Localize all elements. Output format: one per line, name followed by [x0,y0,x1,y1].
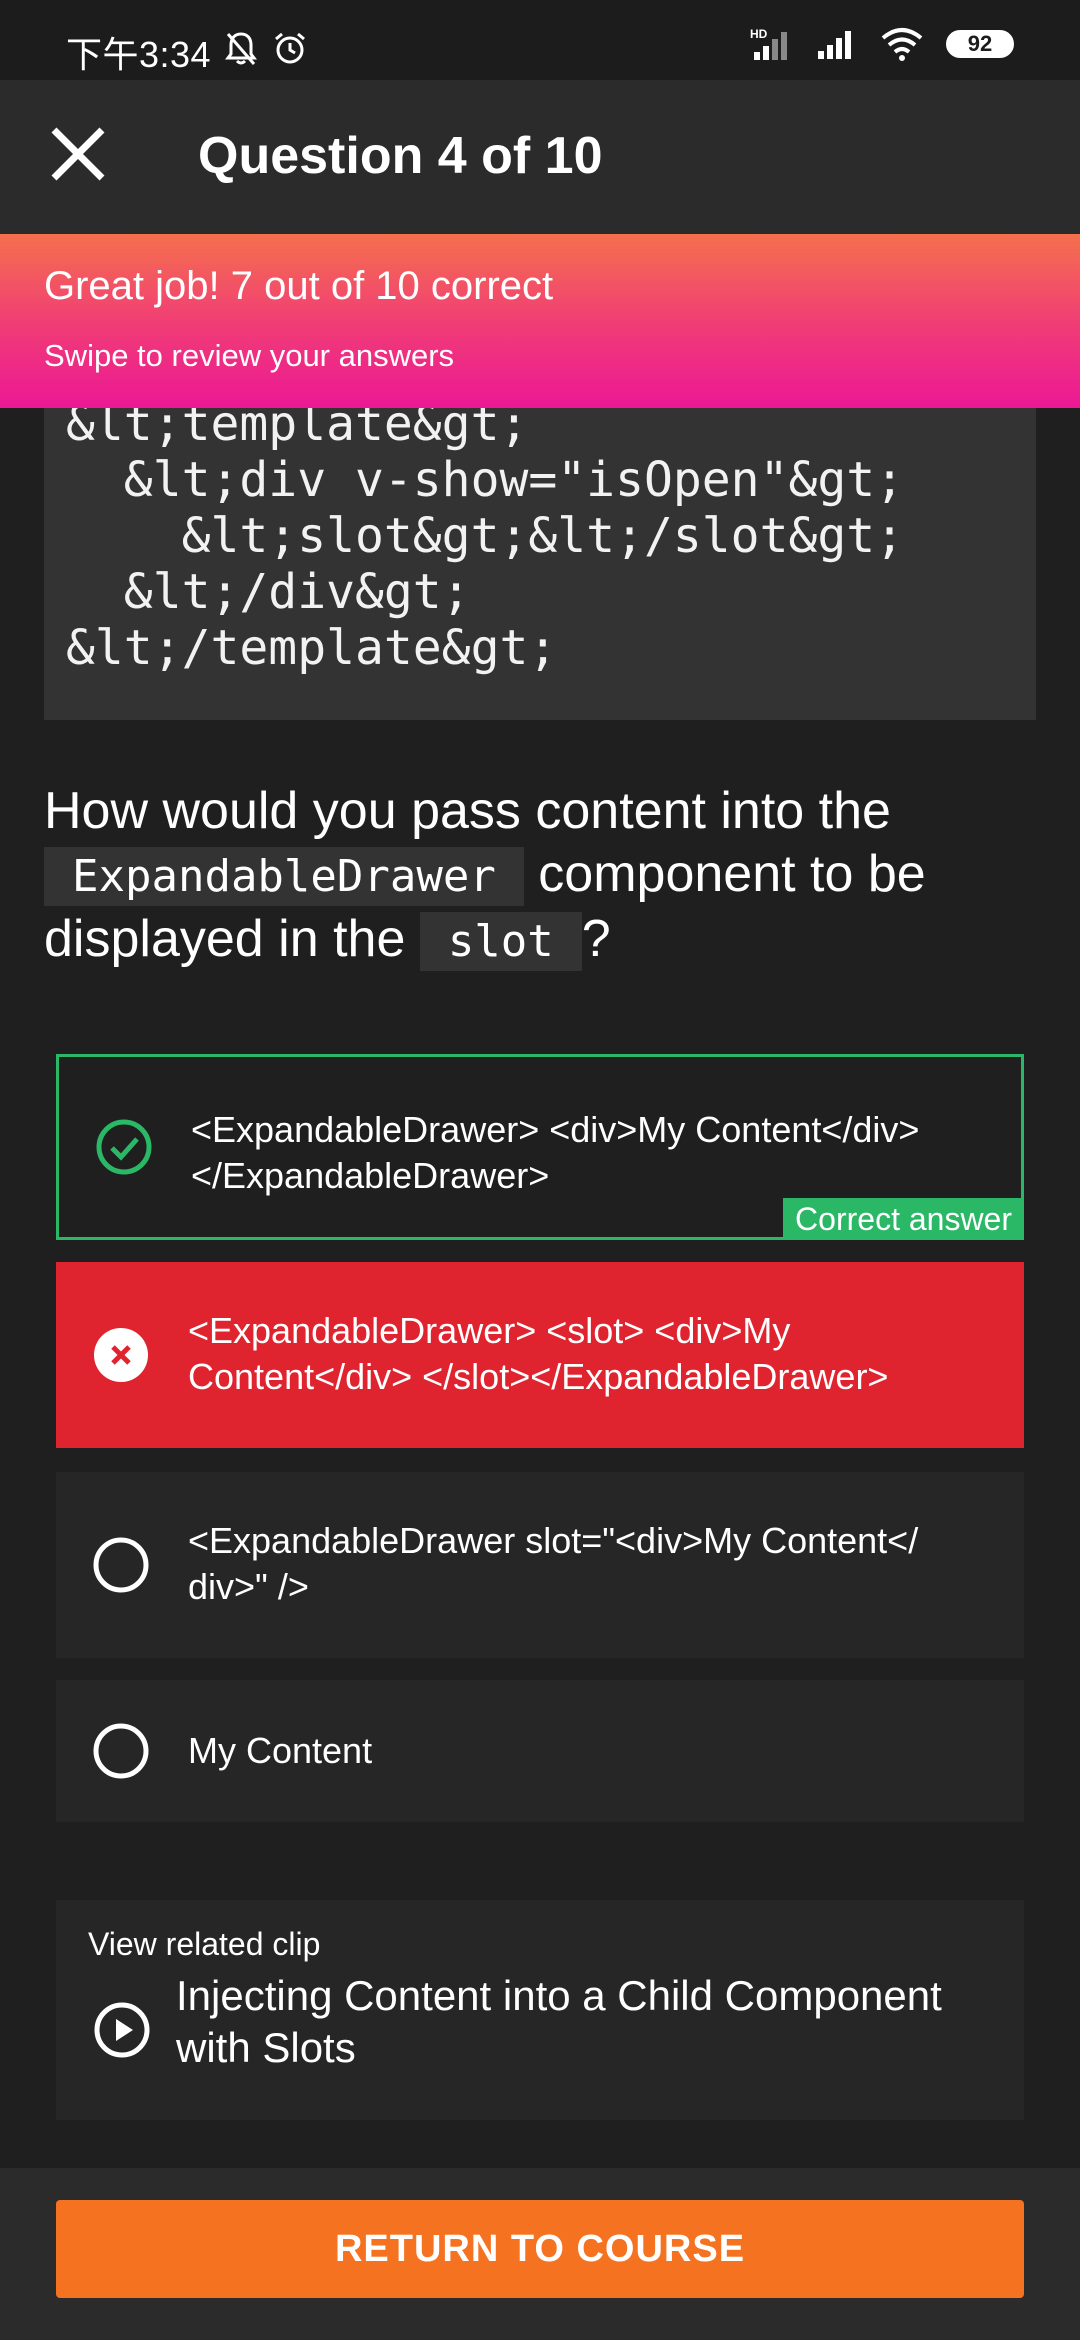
answer-option-correct[interactable]: <ExpandableDrawer> <div>My Content</div>… [56,1054,1024,1240]
battery-level: 92 [967,31,993,56]
notifications-off-icon [225,32,257,65]
page-title: Question 4 of 10 [198,127,603,185]
code-snippet: &lt;template&gt; &lt;div v-show="isOpen"… [44,360,1036,720]
answer-option[interactable]: My Content [56,1680,1024,1822]
app-bar: Question 4 of 10 [0,80,1080,234]
answer-option[interactable]: <ExpandableDrawer slot="<div>My Content<… [56,1472,1024,1658]
question-code-2: slot [419,912,582,971]
answer-option-label: <ExpandableDrawer> <slot> <div>My Conten… [188,1310,889,1397]
answer-option-selected-wrong[interactable]: <ExpandableDrawer> <slot> <div>My Conten… [56,1262,1024,1448]
cell-signal-hd-icon: HD [750,27,787,60]
related-clip-title: Injecting Content into a Child Component… [176,1972,942,2071]
question-part-3: ? [581,910,611,968]
cell-signal-icon [818,31,851,59]
result-subtitle: Swipe to review your answers [44,338,455,373]
result-title: Great job! 7 out of 10 correct [44,264,554,308]
bottom-bar: RETURN TO COURSE [0,2168,1080,2340]
status-bar: 下午3:34 HD 92 [0,0,1080,80]
question-part-1: How would you pass content into the [44,782,891,840]
result-banner[interactable]: Great job! 7 out of 10 correct Swipe to … [0,234,1080,408]
answer-option-label: My Content [188,1730,373,1771]
code-text: &lt;template&gt; &lt;div v-show="isOpen"… [66,396,905,676]
related-clip-card[interactable]: View related clip Injecting Content into… [56,1900,1024,2120]
return-to-course-button[interactable]: RETURN TO COURSE [56,2200,1024,2298]
status-icons-right: HD 92 [750,26,1014,62]
answer-option-label: <ExpandableDrawer slot="<div>My Content<… [188,1520,919,1607]
correct-answer-badge: Correct answer [783,1198,1024,1240]
error-circle-icon [94,1328,148,1382]
answer-option-label: <ExpandableDrawer> <div>My Content</div>… [191,1109,920,1196]
close-icon [51,127,105,181]
wifi-icon [881,28,923,61]
related-clip-label: View related clip [88,1926,321,1962]
play-circle-icon [94,2002,150,2058]
radio-unchecked-icon [93,1723,149,1779]
question-code-1: ExpandableDrawer [44,847,524,906]
close-button[interactable] [40,116,116,192]
radio-unchecked-icon [93,1537,149,1593]
battery-icon: 92 [946,30,1014,58]
status-icons-left [224,30,308,66]
check-circle-icon [96,1119,152,1175]
alarm-icon [275,32,305,64]
question-text: How would you pass content into the Expa… [44,780,1044,973]
svg-text:HD: HD [750,27,768,41]
status-time: 下午3:34 [66,34,212,75]
